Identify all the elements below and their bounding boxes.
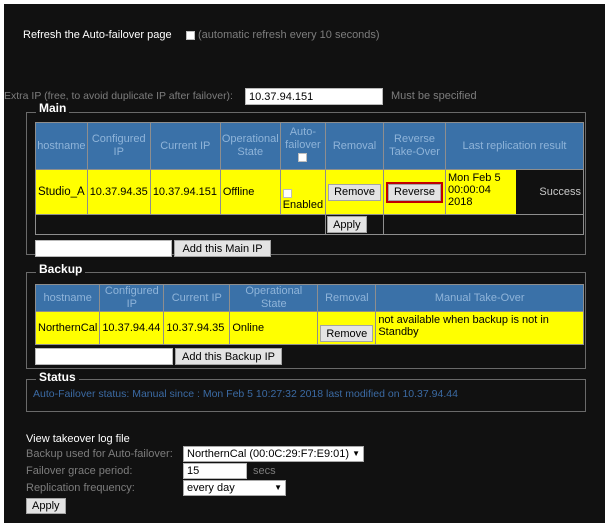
main-replication-cell: Mon Feb 5 00:00:04 2018 Success <box>445 169 584 215</box>
refresh-link[interactable]: Refresh the Auto-failover page <box>23 29 172 41</box>
main-hostname-cell: Studio_A <box>35 169 88 215</box>
main-current-ip-cell: 10.37.94.151 <box>149 169 221 215</box>
main-section-title: Main <box>36 101 70 115</box>
auto-failover-all-checkbox[interactable] <box>298 153 308 162</box>
backup-col-operational-state: Operational State <box>229 284 319 312</box>
backup-takeover-cell: not available when backup is not in Stan… <box>375 311 584 345</box>
backup-hostname-cell: NorthernCal <box>34 311 101 345</box>
status-text: Auto-Failover status: Manual since : Mon… <box>33 388 458 400</box>
backup-remove-button[interactable]: Remove <box>320 325 374 342</box>
main-apply-spacer <box>34 214 327 235</box>
backup-section-title: Backup <box>36 262 86 276</box>
auto-failover-enabled-label: Enabled <box>282 199 324 211</box>
status-section-title: Status <box>36 370 79 384</box>
grace-period-input[interactable] <box>183 463 247 479</box>
reverse-button[interactable]: Reverse <box>388 183 441 201</box>
main-col-auto-failover: Auto-failover <box>279 122 327 170</box>
main-col-hostname: hostname <box>35 122 88 170</box>
auto-failover-panel: Refresh the Auto-failover page (automati… <box>4 4 605 523</box>
extra-ip-input[interactable] <box>245 88 383 105</box>
main-col-removal: Removal <box>325 122 385 170</box>
backup-configured-ip-cell: 10.37.94.44 <box>99 311 165 345</box>
main-configured-ip-cell: 10.37.94.35 <box>86 169 151 215</box>
backup-col-removal: Removal <box>317 284 377 312</box>
main-replication-inner: Mon Feb 5 00:00:04 2018 Success <box>446 170 583 214</box>
auto-refresh-checkbox[interactable] <box>186 31 195 40</box>
main-apply-button[interactable]: Apply <box>327 216 367 233</box>
grace-period-unit: secs <box>253 465 276 477</box>
main-apply-row: Apply <box>34 214 584 235</box>
backup-col-hostname: hostname <box>34 284 101 312</box>
replication-result: Success <box>539 186 581 198</box>
backup-col-current-ip: Current IP <box>163 284 231 312</box>
view-log-link[interactable]: View takeover log file <box>26 433 130 445</box>
auto-failover-checkbox[interactable] <box>282 189 292 198</box>
main-reverse-cell: Reverse <box>383 169 446 215</box>
grace-period-label: Failover grace period: <box>26 465 133 477</box>
main-removal-cell: Remove <box>325 169 385 215</box>
refresh-label[interactable]: Refresh the Auto-failover page <box>23 29 172 41</box>
main-col-operational-state-label: Operational State <box>221 133 279 158</box>
backup-ip-input[interactable] <box>35 348 173 365</box>
add-main-ip-button[interactable]: Add this Main IP <box>174 240 271 257</box>
reverse-highlight: Reverse <box>386 181 443 203</box>
backup-table-header-row: hostname Configured IP Current IP Operat… <box>34 284 584 312</box>
main-col-current-ip: Current IP <box>149 122 221 170</box>
main-table-header-row: hostname Configured IP Current IP Operat… <box>35 122 584 170</box>
backup-current-ip-cell: 10.37.94.35 <box>163 311 231 345</box>
backup-used-value: NorthernCal (00:0C:29:F7:E9:01) <box>187 448 350 460</box>
replication-frequency-label: Replication frequency: <box>26 482 135 494</box>
backup-col-configured-ip: Configured IP <box>99 284 165 312</box>
main-col-last-replication: Last replication result <box>445 122 584 170</box>
backup-removal-cell: Remove <box>317 311 377 345</box>
main-remove-button[interactable]: Remove <box>328 183 382 201</box>
main-apply-cell: Apply <box>325 214 385 235</box>
replication-date: Mon Feb 5 00:00:04 2018 <box>446 170 516 214</box>
auto-refresh-note: (automatic refresh every 10 seconds) <box>198 29 380 41</box>
settings-apply-button[interactable]: Apply <box>26 498 66 514</box>
extra-ip-note: Must be specified <box>391 90 477 102</box>
backup-col-manual-takeover: Manual Take-Over <box>375 284 584 312</box>
backup-table-row: NorthernCal 10.37.94.44 10.37.94.35 Onli… <box>34 311 584 345</box>
add-backup-ip-button[interactable]: Add this Backup IP <box>175 348 282 365</box>
main-table: hostname Configured IP Current IP Operat… <box>34 122 584 235</box>
main-ip-input[interactable] <box>35 240 172 257</box>
main-table-row: Studio_A 10.37.94.35 10.37.94.151 Offlin… <box>35 169 584 215</box>
main-auto-failover-cell: Enabled <box>279 169 327 215</box>
backup-used-label: Backup used for Auto-failover: <box>26 448 173 460</box>
main-col-reverse-takeover: Reverse Take-Over <box>383 122 446 170</box>
replication-frequency-select[interactable]: every day ▼ <box>183 480 286 496</box>
main-col-auto-failover-label: Auto-failover <box>285 126 321 151</box>
replication-frequency-dropdown-icon: ▼ <box>274 483 282 492</box>
main-col-operational-state: Operational State <box>219 122 281 170</box>
replication-frequency-value: every day <box>187 482 235 494</box>
backup-state-cell: Online <box>229 311 319 345</box>
main-col-configured-ip: Configured IP <box>86 122 151 170</box>
main-apply-spacer-right <box>383 214 584 235</box>
backup-table: hostname Configured IP Current IP Operat… <box>34 284 584 345</box>
backup-used-select[interactable]: NorthernCal (00:0C:29:F7:E9:01) ▼ <box>183 446 364 462</box>
page-frame: Refresh the Auto-failover page (automati… <box>0 0 609 527</box>
backup-used-dropdown-icon: ▼ <box>352 449 360 458</box>
main-state-cell: Offline <box>219 169 281 215</box>
